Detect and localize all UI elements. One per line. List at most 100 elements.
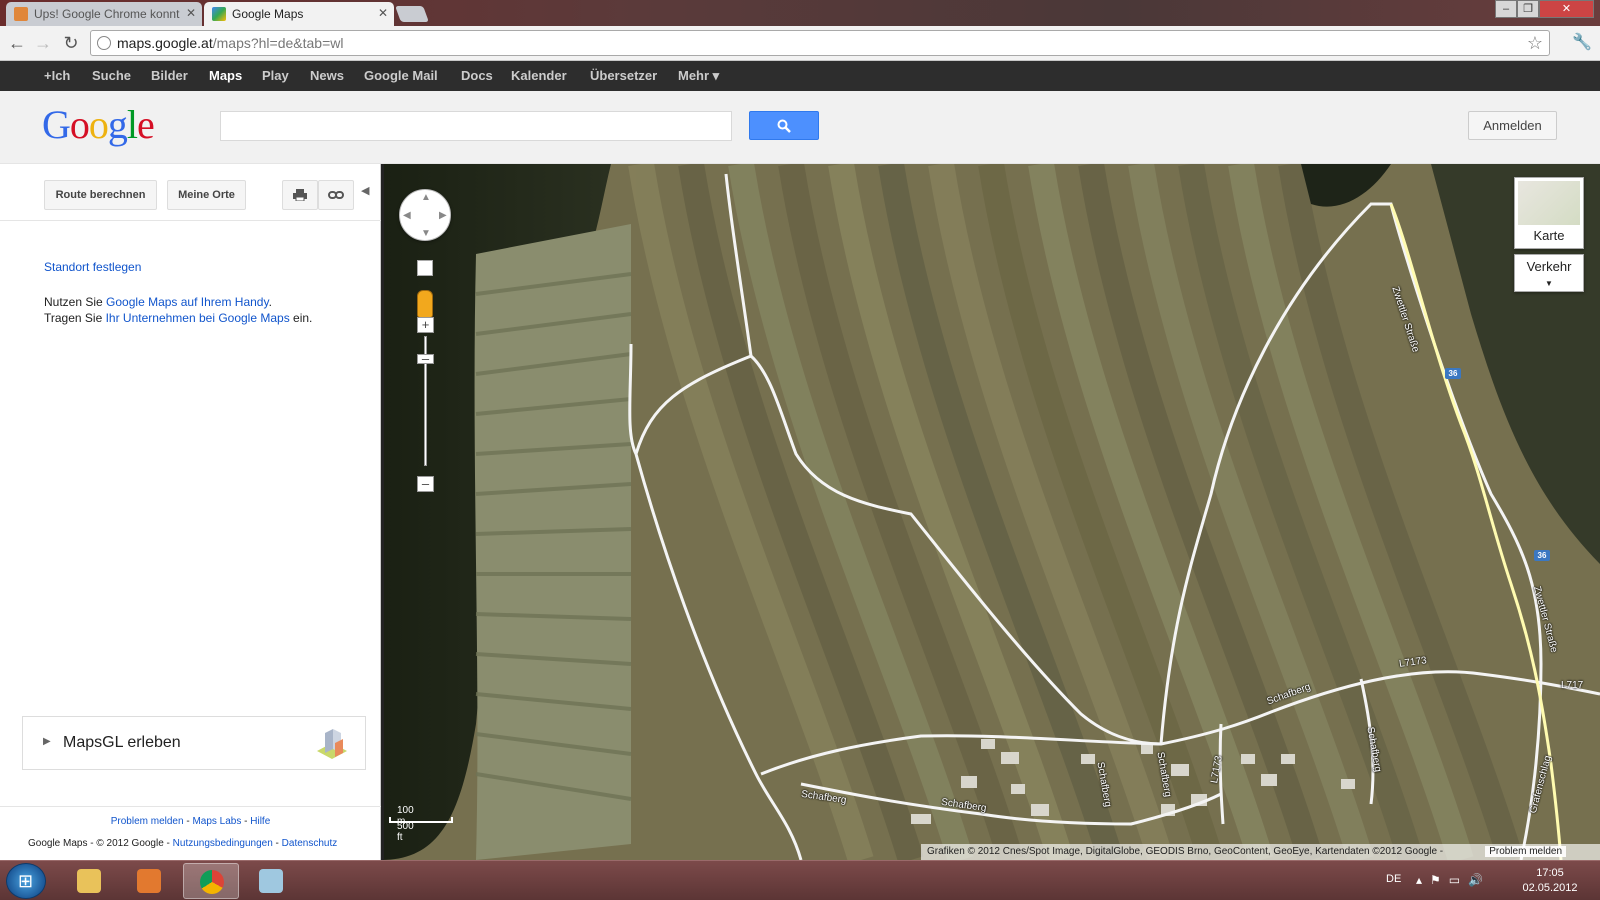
privacy-link[interactable]: Datenschutz	[282, 838, 338, 849]
print-button[interactable]	[282, 180, 318, 210]
address-path: /maps?hl=de&tab=wl	[212, 35, 344, 51]
start-button[interactable]: ⊞	[6, 863, 46, 899]
maps-favicon-icon	[212, 7, 226, 21]
language-indicator[interactable]: DE	[1386, 873, 1401, 885]
tab-error-page[interactable]: Ups! Google Chrome konnt ✕	[6, 2, 202, 26]
gbar-mehr[interactable]: Mehr ▾	[678, 68, 719, 84]
mobile-maps-link[interactable]: Google Maps auf Ihrem Handy	[106, 295, 269, 309]
address-bar[interactable]: maps.google.at/maps?hl=de&tab=wl ☆	[90, 30, 1550, 56]
pan-right-icon[interactable]: ▶	[439, 210, 447, 221]
tab-title: Google Maps	[232, 7, 304, 21]
google-logo[interactable]: Google	[42, 101, 155, 148]
map-thumbnail	[1518, 181, 1580, 225]
footer-copyright: Google Maps - © 2012 Google - Nutzungsbe…	[28, 838, 338, 849]
new-tab-button[interactable]	[395, 6, 429, 22]
folder-icon	[77, 869, 101, 893]
divider	[0, 806, 381, 807]
address-host: maps.google.at	[117, 35, 213, 51]
close-tab-icon[interactable]: ✕	[378, 6, 388, 20]
side-panel: Route berechnen Meine Orte ◀ Standort fe…	[0, 164, 381, 860]
gbar-docs[interactable]: Docs	[461, 68, 493, 83]
mapsgl-promo[interactable]: ▶ MapsGL erleben	[22, 716, 366, 770]
scale-imperial: 500 ft	[397, 821, 414, 843]
wrench-menu-icon[interactable]: 🔧	[1572, 32, 1592, 52]
map-type-label: Karte	[1533, 228, 1565, 243]
mapsgl-cube-icon	[317, 729, 347, 759]
link-button[interactable]	[318, 180, 354, 210]
gbar-news[interactable]: News	[310, 68, 344, 83]
taskbar-explorer[interactable]	[61, 863, 117, 899]
maximize-button[interactable]: ❐	[1517, 0, 1539, 18]
gbar-kalender[interactable]: Kalender	[511, 68, 567, 83]
traffic-layer-button[interactable]: Verkehr ▼	[1514, 254, 1584, 292]
forward-arrow-icon[interactable]: →	[32, 32, 54, 54]
browser-window: Ups! Google Chrome konnt ✕ Google Maps ✕…	[0, 0, 1600, 900]
location-button[interactable]	[417, 260, 433, 276]
search-button[interactable]	[749, 111, 819, 140]
page-info-icon[interactable]	[97, 36, 111, 50]
close-tab-icon[interactable]: ✕	[186, 6, 196, 20]
sign-in-button[interactable]: Anmelden	[1468, 111, 1557, 140]
bookmark-star-icon[interactable]: ☆	[1527, 33, 1543, 54]
gbar-plus-ich[interactable]: +Ich	[44, 68, 70, 83]
reload-icon[interactable]: ↻	[60, 32, 82, 54]
map-type-toggle[interactable]: Karte	[1514, 177, 1584, 249]
route-shield: 36	[1534, 550, 1550, 561]
collapse-panel-icon[interactable]: ◀	[361, 184, 369, 197]
taskbar-media-player[interactable]	[121, 863, 177, 899]
browser-toolbar: ← → ↻ maps.google.at/maps?hl=de&tab=wl ☆…	[0, 26, 1600, 61]
link-icon	[328, 191, 344, 200]
set-location-link[interactable]: Standort festlegen	[44, 260, 141, 274]
gbar-google-mail[interactable]: Google Mail	[364, 68, 438, 83]
taskbar-chrome[interactable]	[183, 863, 239, 899]
windows-logo-icon: ⊞	[18, 871, 34, 891]
taskbar-app[interactable]	[243, 863, 299, 899]
gbar-maps[interactable]: Maps	[209, 68, 242, 83]
search-icon	[777, 119, 791, 133]
pan-control[interactable]: ▲ ▼ ◀ ▶	[399, 189, 451, 241]
route-button[interactable]: Route berechnen	[44, 180, 157, 210]
help-link[interactable]: Hilfe	[250, 816, 270, 827]
business-link[interactable]: Ihr Unternehmen bei Google Maps	[106, 311, 290, 325]
gbar-play[interactable]: Play	[262, 68, 289, 83]
tab-title: Ups! Google Chrome konnt	[34, 7, 180, 21]
search-input[interactable]	[220, 111, 732, 141]
tray-icons[interactable]: ▴⚑▭🔊	[1416, 873, 1491, 887]
pan-up-icon[interactable]: ▲	[421, 192, 431, 203]
chrome-icon	[200, 870, 224, 894]
back-arrow-icon[interactable]: ←	[6, 32, 28, 54]
minimize-button[interactable]: –	[1495, 0, 1517, 18]
info-text: Nutzen Sie Google Maps auf Ihrem Handy. …	[44, 295, 313, 325]
pegman-icon[interactable]	[417, 290, 433, 318]
satellite-map[interactable]: Zwettler Straße Zwettler Straße Schafber…	[381, 164, 1600, 860]
close-window-button[interactable]: ✕	[1539, 0, 1594, 18]
gbar-bilder[interactable]: Bilder	[151, 68, 188, 83]
expand-arrow-icon: ▶	[43, 736, 51, 747]
route-shield: 36	[1445, 368, 1461, 379]
app-icon	[259, 869, 283, 893]
traffic-label: Verkehr	[1526, 259, 1572, 274]
google-bar: +Ich Suche Bilder Maps Play News Google …	[0, 61, 1600, 91]
tab-google-maps[interactable]: Google Maps ✕	[204, 2, 394, 26]
road-label: L717	[1561, 680, 1584, 691]
zoom-slider-handle[interactable]: –	[417, 352, 434, 365]
clock[interactable]: 17:05 02.05.2012	[1512, 866, 1588, 896]
problem-link[interactable]: Problem melden	[111, 816, 184, 827]
my-places-button[interactable]: Meine Orte	[167, 180, 246, 210]
error-favicon-icon	[14, 7, 28, 21]
report-problem-link[interactable]: Problem melden	[1485, 846, 1566, 857]
printer-icon	[293, 189, 307, 202]
maps-labs-link[interactable]: Maps Labs	[192, 816, 241, 827]
clock-time: 17:05	[1536, 867, 1564, 879]
pan-down-icon[interactable]: ▼	[421, 228, 431, 239]
windows-taskbar: ⊞ DE ▴⚑▭🔊 17:05 02.05.2012	[0, 860, 1600, 900]
terms-link[interactable]: Nutzungsbedingungen	[173, 838, 273, 849]
zoom-in-button[interactable]: +	[417, 317, 434, 333]
dropdown-arrow-icon: ▼	[1545, 279, 1553, 288]
gbar-suche[interactable]: Suche	[92, 68, 131, 83]
pan-left-icon[interactable]: ◀	[403, 210, 411, 221]
zoom-out-button[interactable]: –	[417, 476, 434, 492]
media-player-icon	[137, 869, 161, 893]
divider	[0, 220, 381, 221]
gbar-uebersetzer[interactable]: Übersetzer	[590, 68, 657, 83]
